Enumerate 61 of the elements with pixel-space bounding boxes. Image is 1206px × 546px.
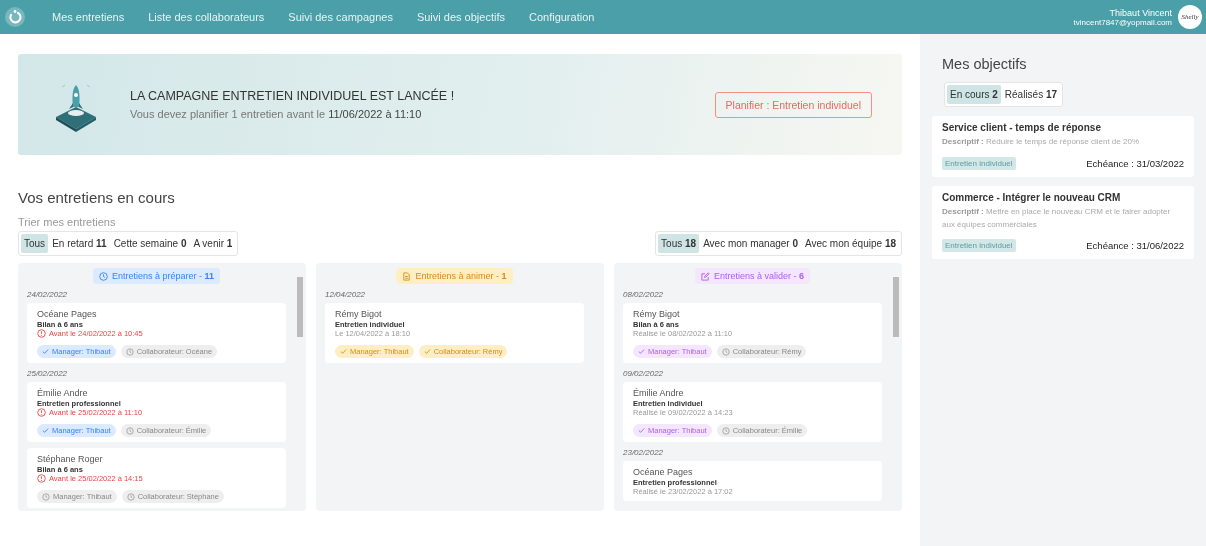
- document-icon: [402, 271, 412, 281]
- filter-tab[interactable]: Tous 18: [658, 234, 700, 253]
- user-email: tvincent7847@yopmail.com: [1073, 17, 1172, 27]
- objective-card[interactable]: Commerce - Intégrer le nouveau CRM Descriptif : Mettre en place le nouveau CRM et le fairer adopter aux équipes commerciales Entretien individuel Echéance : 31/06/2022: [932, 185, 1194, 260]
- employee-name: Rémy Bigot: [335, 309, 383, 319]
- section-title: Vos entretiens en cours: [18, 189, 176, 206]
- column-header: Entretiens à valider - 6: [694, 268, 811, 284]
- filter-tab[interactable]: Avec mon équipe 18: [802, 234, 899, 253]
- check-icon: [42, 427, 49, 434]
- date-heading: 25/02/2022: [27, 369, 69, 378]
- filter-tab[interactable]: Cette semaine 0: [110, 234, 190, 253]
- clock-icon: [126, 492, 135, 501]
- date-heading: 12/04/2022: [325, 290, 367, 299]
- logo-icon[interactable]: [4, 6, 26, 28]
- employee-name: Émilie Andre: [37, 388, 89, 398]
- banner-message: Vous devez planifier 1 entretien avant le 11/06/2022 à 11:10: [130, 108, 423, 120]
- objectives-title: Mes objectifs: [942, 56, 1028, 72]
- date-heading: 09/02/2022: [623, 369, 665, 378]
- interview-type-tag: Entretien individuel: [942, 239, 1016, 253]
- employee-name: Émilie Andre: [633, 388, 685, 398]
- clock-icon: [125, 426, 134, 435]
- sort-label: Trier mes entretiens: [18, 216, 117, 228]
- objective-due-date: Echéance : 31/03/2022: [1086, 157, 1184, 169]
- check-icon: [638, 427, 645, 434]
- alert-clock-icon: [37, 329, 46, 338]
- user-name: Thibaut Vincent: [1109, 7, 1172, 18]
- clock-icon: [721, 347, 730, 356]
- filter-tab[interactable]: Tous: [21, 234, 49, 253]
- filter-tab[interactable]: En cours 2: [947, 85, 1001, 104]
- date-heading: 23/02/2022: [623, 448, 665, 457]
- date-heading: 24/02/2022: [27, 290, 69, 299]
- column-header: Entretiens à animer - 1: [396, 268, 513, 284]
- filter-tab[interactable]: Avec mon manager 0: [700, 234, 801, 253]
- filter-tab[interactable]: Réalisés 17: [1001, 85, 1061, 104]
- objective-title: Commerce - Intégrer le nouveau CRM: [942, 191, 1122, 203]
- objective-title: Service client - temps de réponse: [942, 122, 1102, 133]
- objective-card[interactable]: Service client - temps de réponse Descriptif : Réduire le temps de réponse client de 20% Entretien individuel Echéance : 31/03/2022: [932, 116, 1194, 177]
- alert-clock-icon: [37, 474, 46, 483]
- check-icon: [423, 348, 431, 355]
- alert-clock-icon: [37, 408, 46, 417]
- clock-icon: [721, 426, 730, 435]
- clock-icon: [125, 347, 134, 356]
- date-heading: 08/02/2022: [623, 290, 665, 299]
- objective-description: Descriptif : Réduire le temps de réponse client de 20%: [942, 136, 1140, 148]
- employee-name: Océane Pages: [633, 467, 694, 477]
- employee-name: Océane Pages: [37, 309, 98, 319]
- clock-icon: [98, 271, 108, 281]
- column-header: Entretiens à préparer - 11: [92, 268, 221, 284]
- interview-type-tag: Entretien individuel: [942, 156, 1016, 170]
- check-icon: [340, 348, 347, 355]
- filter-tab[interactable]: En retard 11: [49, 234, 110, 253]
- check-icon: [638, 348, 645, 355]
- filter-tab[interactable]: A venir 1: [190, 234, 236, 253]
- clock-icon: [42, 492, 50, 501]
- check-icon: [42, 348, 49, 355]
- employee-name: Stéphane Roger: [37, 454, 104, 464]
- employee-name: Rémy Bigot: [633, 309, 681, 319]
- objective-description: Descriptif : Mettre en place le nouveau CRM et le fairer adopter aux équipes commerciales: [942, 205, 1172, 231]
- objective-due-date: Echéance : 31/06/2022: [1086, 240, 1184, 252]
- banner-title: LA CAMPAGNE ENTRETIEN INDIVIDUEL EST LANCÉE !: [130, 89, 456, 103]
- edit-icon: [700, 271, 710, 281]
